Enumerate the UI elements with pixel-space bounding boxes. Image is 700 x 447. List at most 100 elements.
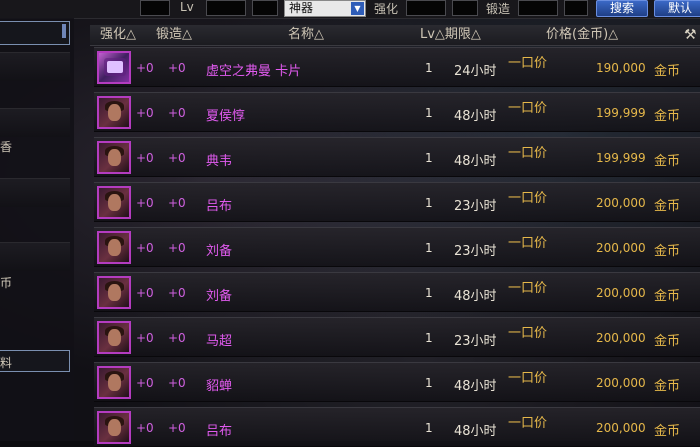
filter-field-left[interactable] bbox=[140, 0, 170, 16]
item-duration: 23小时 bbox=[454, 334, 497, 349]
table-row[interactable]: +0 +0 刘备 1 48小时 一口价 200,000 金币 bbox=[94, 272, 700, 312]
portrait-icon[interactable] bbox=[97, 186, 131, 219]
forge-value: +0 bbox=[168, 61, 186, 75]
header-price[interactable]: 价格(金币)△ bbox=[546, 25, 618, 45]
item-name: 夏侯惇 bbox=[206, 109, 246, 124]
category-select[interactable]: 神器 ▼ bbox=[284, 0, 366, 17]
portrait-icon[interactable] bbox=[97, 276, 131, 309]
category-item[interactable] bbox=[0, 52, 70, 81]
forge-max-input[interactable] bbox=[564, 0, 588, 16]
scrollbar-thumb[interactable] bbox=[62, 24, 66, 38]
header-lv-expiry[interactable]: Lv△期限△ bbox=[420, 25, 481, 45]
chevron-down-icon[interactable]: ▼ bbox=[351, 2, 364, 15]
table-row[interactable]: +0 +0 刘备 1 23小时 一口价 200,000 金币 bbox=[94, 227, 700, 267]
icon-detail bbox=[108, 284, 121, 301]
item-duration: 48小时 bbox=[454, 109, 497, 124]
item-level: 1 bbox=[425, 196, 433, 210]
icon-detail bbox=[108, 104, 121, 121]
search-button[interactable]: 搜索 bbox=[596, 0, 648, 17]
enhance-label: 强化 bbox=[374, 2, 399, 16]
category-item-active[interactable]: 料 bbox=[0, 350, 70, 372]
item-name: 虚空之弗曼 卡片 bbox=[206, 64, 302, 79]
forge-value: +0 bbox=[168, 196, 186, 210]
portrait-icon[interactable] bbox=[97, 411, 131, 444]
item-price: 200,000 bbox=[596, 286, 646, 300]
enhance-value: +0 bbox=[136, 106, 154, 120]
card-icon[interactable] bbox=[97, 51, 131, 84]
portrait-icon[interactable] bbox=[97, 366, 131, 399]
forge-value: +0 bbox=[168, 331, 186, 345]
sale-mode: 一口价 bbox=[508, 101, 548, 116]
item-level: 1 bbox=[425, 376, 433, 390]
item-level: 1 bbox=[425, 61, 433, 75]
item-name: 马超 bbox=[206, 334, 233, 349]
category-panel: 香 币 料 bbox=[0, 18, 74, 441]
enhance-value: +0 bbox=[136, 421, 154, 435]
category-item-selected[interactable] bbox=[0, 21, 70, 45]
icon-detail bbox=[108, 374, 121, 391]
item-name: 貂蝉 bbox=[206, 379, 233, 394]
enhance-min-input[interactable] bbox=[406, 0, 446, 16]
item-level: 1 bbox=[425, 151, 433, 165]
enhance-value: +0 bbox=[136, 241, 154, 255]
item-price: 199,999 bbox=[596, 151, 646, 165]
forge-min-input[interactable] bbox=[518, 0, 558, 16]
item-price: 200,000 bbox=[596, 376, 646, 390]
item-name: 刘备 bbox=[206, 244, 233, 259]
category-item[interactable] bbox=[0, 178, 70, 207]
item-level: 1 bbox=[425, 331, 433, 345]
sale-mode: 一口价 bbox=[508, 326, 548, 341]
table-row[interactable]: +0 +0 夏侯惇 1 48小时 一口价 199,999 金币 bbox=[94, 92, 700, 132]
item-duration: 24小时 bbox=[454, 64, 497, 79]
table-row[interactable]: +0 +0 貂蝉 1 48小时 一口价 200,000 金币 bbox=[94, 362, 700, 402]
item-name: 典韦 bbox=[206, 154, 233, 169]
header-enhance[interactable]: 强化△ bbox=[100, 25, 136, 45]
sale-mode: 一口价 bbox=[508, 371, 548, 386]
icon-detail bbox=[108, 194, 121, 211]
enhance-value: +0 bbox=[136, 376, 154, 390]
icon-detail bbox=[107, 61, 123, 73]
item-duration: 23小时 bbox=[454, 244, 497, 259]
sale-mode: 一口价 bbox=[508, 146, 548, 161]
price-unit: 金币 bbox=[654, 109, 681, 124]
category-select-value: 神器 bbox=[289, 1, 314, 15]
item-price: 190,000 bbox=[596, 61, 646, 75]
lv-max-input[interactable] bbox=[252, 0, 278, 16]
item-name: 刘备 bbox=[206, 289, 233, 304]
item-duration: 48小时 bbox=[454, 154, 497, 169]
item-price: 200,000 bbox=[596, 196, 646, 210]
table-row[interactable]: +0 +0 吕布 1 48小时 一口价 200,000 金币 bbox=[94, 407, 700, 447]
icon-detail bbox=[108, 419, 121, 436]
lv-label: Lv bbox=[180, 0, 194, 14]
default-button[interactable]: 默认 bbox=[654, 0, 700, 17]
table-row[interactable]: +0 +0 吕布 1 23小时 一口价 200,000 金币 bbox=[94, 182, 700, 222]
price-unit: 金币 bbox=[654, 244, 681, 259]
portrait-icon[interactable] bbox=[97, 231, 131, 264]
header-name[interactable]: 名称△ bbox=[288, 25, 324, 45]
category-item-label[interactable]: 香 bbox=[0, 138, 12, 155]
table-row[interactable]: +0 +0 典韦 1 48小时 一口价 199,999 金币 bbox=[94, 137, 700, 177]
enhance-value: +0 bbox=[136, 331, 154, 345]
sale-mode: 一口价 bbox=[508, 416, 548, 431]
forge-value: +0 bbox=[168, 421, 186, 435]
item-duration: 48小时 bbox=[454, 289, 497, 304]
forge-value: +0 bbox=[168, 286, 186, 300]
forge-value: +0 bbox=[168, 241, 186, 255]
table-row[interactable]: +0 +0 马超 1 23小时 一口价 200,000 金币 bbox=[94, 317, 700, 357]
price-unit: 金币 bbox=[654, 64, 681, 79]
icon-detail bbox=[108, 149, 121, 166]
header-forge[interactable]: 锻造△ bbox=[156, 25, 192, 45]
item-level: 1 bbox=[425, 421, 433, 435]
portrait-icon[interactable] bbox=[97, 141, 131, 174]
category-item[interactable] bbox=[0, 242, 70, 271]
item-duration: 48小时 bbox=[454, 379, 497, 394]
price-unit: 金币 bbox=[654, 199, 681, 214]
portrait-icon[interactable] bbox=[97, 321, 131, 354]
category-item[interactable] bbox=[0, 108, 70, 137]
portrait-icon[interactable] bbox=[97, 96, 131, 129]
table-row[interactable]: +0 +0 虚空之弗曼 卡片 1 24小时 一口价 190,000 金币 bbox=[94, 47, 700, 87]
enhance-max-input[interactable] bbox=[452, 0, 478, 16]
sale-mode: 一口价 bbox=[508, 236, 548, 251]
category-item-label[interactable]: 币 bbox=[0, 274, 12, 291]
lv-min-input[interactable] bbox=[206, 0, 246, 16]
